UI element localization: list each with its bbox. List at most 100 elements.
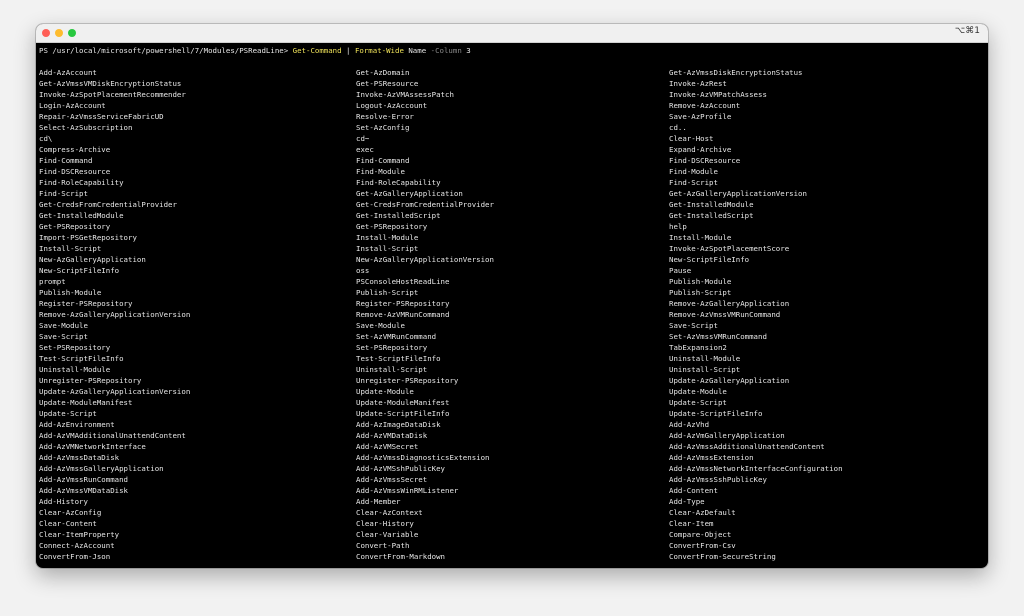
command-name: Add-AzVmssRunCommand [39, 475, 128, 484]
command-name: cd.. [669, 123, 687, 132]
command-name: Unregister-PSRepository [39, 376, 142, 385]
command-name: Update-AzGalleryApplication [669, 376, 790, 385]
command-name: Install-Module [356, 233, 419, 242]
command-name: Add-History [39, 497, 88, 506]
command-name: Add-AzVMNetworkInterface [39, 442, 146, 451]
command-name: cd\ [39, 134, 53, 143]
command-name: Update-Module [356, 387, 414, 396]
command-name: Get-InstalledScript [356, 211, 441, 220]
command-name: Update-Module [669, 387, 727, 396]
command-name: Resolve-Error [356, 112, 414, 121]
command-name: Find-Module [356, 167, 405, 176]
prompt-command: Get-Command [292, 46, 342, 55]
command-name: Add-AzVhd [669, 420, 710, 429]
command-name: Find-Script [39, 189, 88, 198]
command-name: Select-AzSubscription [39, 123, 133, 132]
command-name: Add-AzVmssDiagnosticsExtension [356, 453, 490, 462]
terminal-window: ⌥⌘1 PS /usr/local/microsoft/powershell/7… [36, 24, 988, 568]
command-name: Find-RoleCapability [356, 178, 441, 187]
command-list: Add-AzAccount Get-AzVmssVMDiskEncryptionS… [39, 67, 988, 567]
command-name: Invoke-AzVMAssessPatch [356, 90, 454, 99]
command-name: PSConsoleHostReadLine [356, 277, 450, 286]
command-name: Add-AzVMSecret [356, 442, 419, 451]
command-name: Clear-Host [669, 134, 714, 143]
command-name: Convert-Path [356, 541, 410, 550]
zoom-button[interactable] [68, 29, 76, 37]
command-name: Get-PSResource [356, 79, 419, 88]
terminal-output[interactable]: PS /usr/local/microsoft/powershell/7/Mod… [39, 44, 988, 568]
command-name: Update-Script [669, 398, 727, 407]
title-bar: ⌥⌘1 [36, 24, 988, 43]
command-name: Add-AzVmssSecret [356, 475, 428, 484]
prompt-param: -Column [430, 46, 462, 55]
command-name: Clear-AzConfig [39, 508, 102, 517]
command-name: Invoke-AzSpotPlacementScore [669, 244, 790, 253]
command-name: Add-AzVmssSshPublicKey [669, 475, 767, 484]
command-name: Clear-ItemProperty [39, 530, 120, 539]
command-name: Get-AzVmssDiskEncryptionStatus [669, 68, 803, 77]
command-name: TabExpansion2 [669, 343, 727, 352]
command-name: Pause [669, 266, 692, 275]
command-name: Add-Type [669, 497, 705, 506]
command-name: Find-Module [669, 167, 718, 176]
command-name: Publish-Script [669, 288, 732, 297]
command-name: cd~ [356, 134, 370, 143]
close-button[interactable] [42, 29, 50, 37]
command-name: Get-AzDomain [356, 68, 410, 77]
command-name: Install-Script [356, 244, 419, 253]
command-name: Add-Member [356, 497, 401, 506]
command-name: Add-AzVmGalleryApplication [669, 431, 785, 440]
command-name: oss [356, 266, 370, 275]
command-name: Find-Script [669, 178, 718, 187]
command-name: ConvertFrom-Json [39, 552, 111, 561]
prompt-cmdlet: Format-Wide [354, 46, 404, 55]
command-name: Get-AzGalleryApplication [356, 189, 463, 198]
command-name: Update-ScriptFileInfo [356, 409, 450, 418]
command-name: Find-Command [356, 156, 410, 165]
command-name: Set-AzVmssVMRunCommand [669, 332, 767, 341]
command-name: New-ScriptFileInfo [39, 266, 120, 275]
command-name: Find-DSCResource [39, 167, 111, 176]
command-name: Add-AzVmssAdditionalUnattendContent [669, 442, 825, 451]
command-name: Save-AzProfile [669, 112, 732, 121]
command-name: Find-DSCResource [669, 156, 741, 165]
command-name: Add-AzVmssVMDataDisk [39, 486, 128, 495]
command-name: Get-AzGalleryApplicationVersion [669, 189, 807, 198]
command-name: Clear-AzContext [356, 508, 423, 517]
command-name: Get-PSRepository [356, 222, 428, 231]
command-name: Update-ScriptFileInfo [669, 409, 763, 418]
command-name: New-AzGalleryApplicationVersion [356, 255, 494, 264]
command-name: Unregister-PSRepository [356, 376, 459, 385]
command-name: Find-Command [39, 156, 93, 165]
minimize-button[interactable] [55, 29, 63, 37]
command-name: Set-AzVMRunCommand [356, 332, 437, 341]
command-name: Uninstall-Module [669, 354, 741, 363]
command-name: Set-PSRepository [356, 343, 428, 352]
command-name: Publish-Script [356, 288, 419, 297]
prompt-path: PS /usr/local/microsoft/powershell/7/Mod… [39, 46, 289, 55]
command-name: Get-InstalledModule [669, 200, 754, 209]
window-shortcut-label: ⌥⌘1 [954, 26, 980, 36]
command-name: Save-Script [669, 321, 718, 330]
command-name: Add-AzVMDataDisk [356, 431, 428, 440]
command-name: Register-PSRepository [356, 299, 450, 308]
command-name: Compress-Archive [39, 145, 111, 154]
command-name: Publish-Module [669, 277, 732, 286]
command-name: Add-Content [669, 486, 718, 495]
command-name: Uninstall-Script [669, 365, 741, 374]
prompt-arg: Name [408, 46, 427, 55]
prompt-pipe: | [346, 46, 351, 55]
command-name: Clear-Item [669, 519, 714, 528]
command-name: Import-PSGetRepository [39, 233, 137, 242]
command-column-2: Get-AzDomain Get-PSResource Invoke-AzVMAss… [356, 67, 494, 562]
command-name: Test-ScriptFileInfo [39, 354, 124, 363]
command-column-3: Get-AzVmssDiskEncryptionStatus Invoke-AzR… [669, 67, 843, 562]
command-name: Install-Module [669, 233, 732, 242]
command-name: Save-Script [39, 332, 88, 341]
command-name: Clear-Content [39, 519, 97, 528]
command-name: Get-CredsFromCredentialProvider [356, 200, 494, 209]
command-name: Set-PSRepository [39, 343, 111, 352]
command-name: Register-PSRepository [39, 299, 133, 308]
command-name: Uninstall-Module [39, 365, 111, 374]
command-name: Get-InstalledScript [669, 211, 754, 220]
